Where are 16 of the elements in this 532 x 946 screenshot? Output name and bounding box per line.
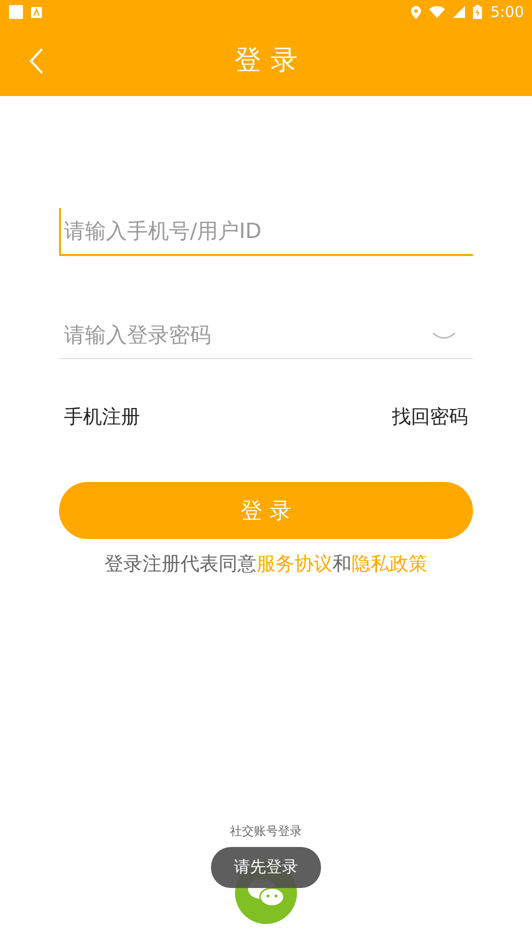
toast-message: 请先登录	[211, 847, 321, 888]
page-title: 登 录	[234, 44, 298, 78]
location-icon	[411, 6, 422, 18]
closed-eye-icon[interactable]	[431, 331, 457, 341]
battery-icon	[473, 5, 482, 19]
password-field[interactable]: 请输入登录密码	[59, 311, 473, 359]
account-field[interactable]: 请输入手机号/用户ID	[59, 208, 473, 256]
social-login-label: 社交账号登录	[230, 823, 302, 840]
status-time: 5:00	[490, 3, 524, 21]
wifi-icon	[429, 6, 446, 18]
recover-password-link[interactable]: 找回密码	[392, 404, 468, 430]
register-link[interactable]: 手机注册	[64, 404, 140, 430]
notification-icon	[9, 5, 23, 19]
agreement-text: 登录注册代表同意服务协议和隐私政策	[104, 552, 428, 577]
signal-icon	[453, 6, 466, 18]
notification-icon	[31, 6, 42, 18]
